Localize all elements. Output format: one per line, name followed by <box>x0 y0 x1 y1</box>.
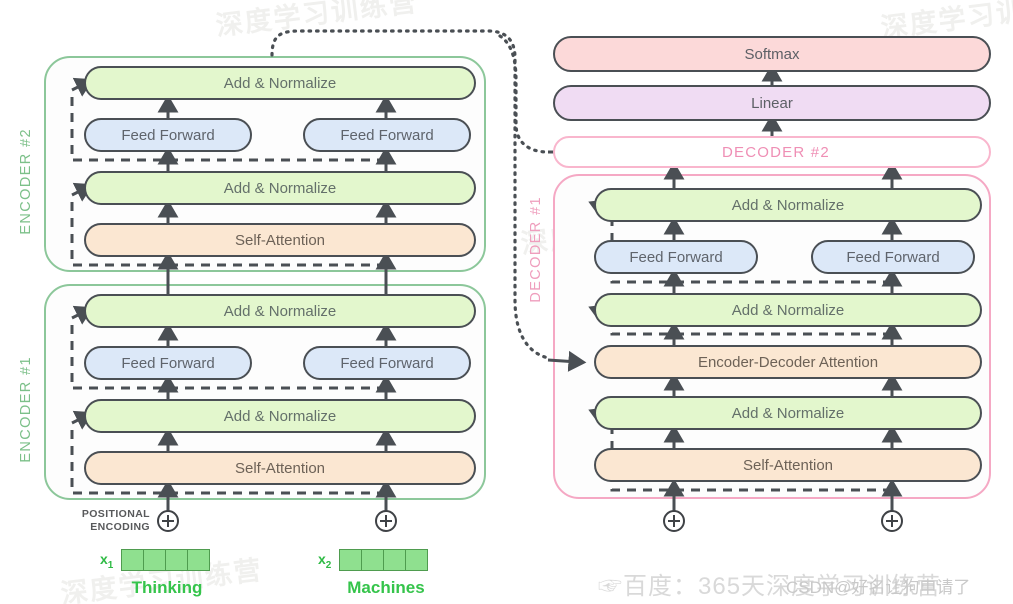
input-word-2: Machines <box>347 578 425 597</box>
linear-block[interactable]: Linear <box>553 85 991 121</box>
embedding-cell <box>383 549 406 571</box>
softmax-block[interactable]: Softmax <box>553 36 991 72</box>
input-word-1: Thinking <box>131 578 203 597</box>
embedding-cell <box>339 549 362 571</box>
decoder-1-add-norm-middle[interactable]: Add & Normalize <box>594 293 982 327</box>
decoder-1-self-attention[interactable]: Self-Attention <box>594 448 982 482</box>
decoder-1-encoder-decoder-attention[interactable]: Encoder-Decoder Attention <box>594 345 982 379</box>
encoder-1-add-norm-top[interactable]: Add & Normalize <box>84 294 476 328</box>
encoder-1-label: ENCODER #1 <box>18 356 34 463</box>
decoder-1-feed-forward-right[interactable]: Feed Forward <box>811 240 975 274</box>
encoder-1-feed-forward-right[interactable]: Feed Forward <box>303 346 471 380</box>
token-1-label: x1 <box>100 551 113 571</box>
token-2-symbol: x <box>318 551 326 567</box>
encoder-2-feed-forward-left[interactable]: Feed Forward <box>84 118 252 152</box>
decoder-2-label: DECODER #2 <box>722 144 830 161</box>
token-2-label: x2 <box>318 551 331 571</box>
token-2-index: 2 <box>325 559 332 571</box>
embedding-row-2 <box>339 549 428 571</box>
encoder-1-self-attention[interactable]: Self-Attention <box>84 451 476 485</box>
decoder-1-add-norm-bottom[interactable]: Add & Normalize <box>594 396 982 430</box>
plus-circle-icon-decoder-1 <box>663 510 685 532</box>
decoder-1-add-norm-top[interactable]: Add & Normalize <box>594 188 982 222</box>
positional-encoding-line1: POSITIONAL <box>81 508 150 520</box>
embedding-cell <box>121 549 144 571</box>
embedding-cell <box>165 549 188 571</box>
encoder-2-add-norm-top[interactable]: Add & Normalize <box>84 66 476 100</box>
plus-circle-icon-input-2 <box>375 510 397 532</box>
embedding-cell <box>405 549 428 571</box>
positional-encoding-line2: ENCODING <box>90 520 150 533</box>
encoder-1-add-norm-bottom[interactable]: Add & Normalize <box>84 399 476 433</box>
decoder-1-label: DECODER #1 <box>528 196 544 303</box>
embedding-cell <box>143 549 166 571</box>
encoder-2-self-attention[interactable]: Self-Attention <box>84 223 476 257</box>
embedding-cell <box>187 549 210 571</box>
encoder-2-add-norm-bottom[interactable]: Add & Normalize <box>84 171 476 205</box>
plus-circle-icon-decoder-2 <box>881 510 903 532</box>
embedding-row-1 <box>121 549 210 571</box>
plus-circle-icon-input-1 <box>157 510 179 532</box>
embedding-cell <box>361 549 384 571</box>
positional-encoding-label: POSITIONAL ENCODING <box>78 508 150 533</box>
encoder-1-feed-forward-left[interactable]: Feed Forward <box>84 346 252 380</box>
token-1-symbol: x <box>100 551 108 567</box>
encoder-2-label: ENCODER #2 <box>18 128 34 235</box>
token-1-index: 1 <box>107 559 114 571</box>
diagram-canvas: 深度学习训练营 深度学习训练营 深度学习训练营 深度学习训练营 ENCODER … <box>0 0 1013 604</box>
decoder-1-feed-forward-left[interactable]: Feed Forward <box>594 240 758 274</box>
encoder-2-feed-forward-right[interactable]: Feed Forward <box>303 118 471 152</box>
